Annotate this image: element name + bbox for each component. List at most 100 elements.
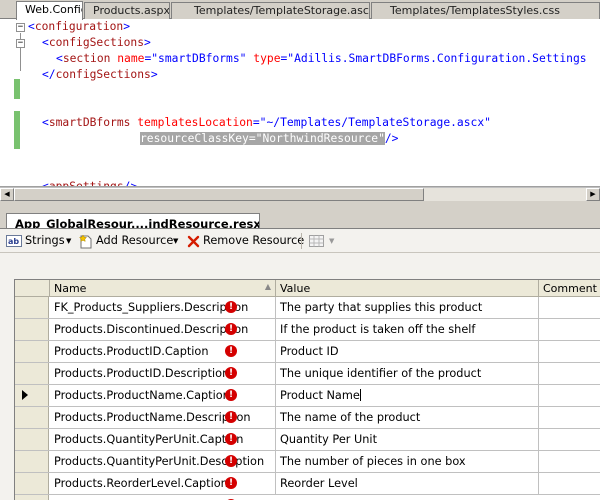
code-line: <smartDBforms templatesLocation="~/Templ… (42, 115, 491, 131)
table-row[interactable]: Products.ProductID.Caption ! Product ID (15, 341, 600, 363)
row-selector[interactable] (15, 407, 49, 428)
table-row[interactable]: FK_Products_Suppliers.Description ! The … (15, 297, 600, 319)
error-icon: ! (225, 389, 237, 401)
row-selector[interactable] (15, 297, 49, 318)
xml-element: section (62, 52, 111, 65)
code-line: <appSettings/> (42, 179, 137, 187)
name-cell[interactable]: Products.ProductName.Description (50, 407, 276, 428)
error-icon: ! (225, 323, 237, 335)
text-caret (359, 389, 361, 401)
code-line: <section name="smartDBforms" type="Adill… (56, 51, 587, 67)
resource-grid[interactable]: Name ▲ Value Comment FK_Products_Supplie… (14, 279, 600, 500)
column-header-comment[interactable]: Comment (539, 280, 600, 297)
row-selector[interactable] (15, 473, 49, 494)
table-row[interactable]: Products.ProductID.Description ! The uni… (15, 363, 600, 385)
name-cell[interactable]: Products.ProductID.Caption (50, 341, 276, 362)
name-cell[interactable]: Products.ReorderLevel.Caption (50, 473, 276, 494)
table-row[interactable]: Products.ProductName.Description ! The n… (15, 407, 600, 429)
xml-bracket: =" (248, 132, 263, 145)
xml-bracket: > (123, 20, 131, 33)
row-selector[interactable] (15, 363, 49, 384)
name-cell[interactable]: FK_Products_Suppliers.Description (50, 297, 276, 318)
row-selector[interactable] (15, 451, 49, 472)
xml-element: configSections (48, 36, 145, 49)
scrollbar-thumb[interactable] (14, 188, 424, 201)
name-cell[interactable]: Products.QuantityPerUnit.Caption (50, 429, 276, 450)
grid-corner-header (15, 280, 50, 297)
strings-button[interactable]: ab Strings (6, 232, 65, 250)
sort-up-icon: ▲ (264, 282, 271, 291)
chevron-down-icon[interactable]: ▼ (329, 232, 334, 250)
table-row[interactable]: Products.ReorderLevel.Caption ! Reorder … (15, 473, 600, 495)
code-line: </configSections> (42, 67, 158, 83)
chevron-down-icon[interactable]: ▼ (66, 232, 71, 250)
column-header-value[interactable]: Value (276, 280, 539, 297)
value-cell[interactable]: If the product is taken off the shelf (276, 319, 539, 340)
table-row[interactable]: ! (15, 495, 600, 500)
value-cell[interactable]: The unique identifier of the product (276, 363, 539, 384)
name-cell[interactable]: Products.Discontinued.Description (50, 319, 276, 340)
editor-horizontal-scrollbar[interactable]: ◀ ▶ (0, 187, 600, 201)
scroll-left-icon[interactable]: ◀ (0, 188, 14, 201)
row-selector[interactable] (15, 495, 49, 500)
add-resource-button[interactable]: Add Resource (79, 232, 173, 250)
column-header-label: Comment (543, 282, 597, 295)
row-selector[interactable] (15, 319, 49, 340)
value-cell[interactable]: Quantity Per Unit (276, 429, 539, 450)
name-cell[interactable]: Products.ProductID.Description (50, 363, 276, 384)
xml-value: Adillis.SmartDBForms.Configuration.Setti… (294, 52, 587, 65)
column-header-name[interactable]: Name ▲ (50, 280, 276, 297)
name-cell[interactable]: Products.ProductName.Caption (50, 385, 276, 406)
views-button[interactable] (309, 232, 327, 250)
table-row-current[interactable]: Products.ProductName.Caption ! Product N… (15, 385, 600, 407)
comment-cell[interactable] (539, 429, 600, 450)
row-selector[interactable] (15, 429, 49, 450)
comment-cell[interactable] (539, 407, 600, 428)
table-row[interactable]: Products.QuantityPerUnit.Caption ! Quant… (15, 429, 600, 451)
xml-element: configSections (55, 68, 151, 81)
code-line: <configSections> (42, 35, 151, 51)
name-cell[interactable]: Products.QuantityPerUnit.Description (50, 451, 276, 472)
error-icon: ! (225, 477, 237, 489)
row-selector[interactable] (15, 341, 49, 362)
comment-cell[interactable] (539, 319, 600, 340)
fold-toggle-icon[interactable]: − (16, 23, 25, 32)
comment-cell[interactable] (539, 341, 600, 362)
comment-cell[interactable] (539, 363, 600, 384)
comment-cell[interactable] (539, 297, 600, 318)
value-cell[interactable]: The party that supplies this product (276, 297, 539, 318)
value-cell[interactable]: The name of the product (276, 407, 539, 428)
xml-bracket: < (56, 52, 63, 65)
tab-products-aspx[interactable]: Products.aspx (84, 2, 170, 19)
code-line: resourceClassKey="NorthwindResource"/> (140, 131, 398, 147)
tab-templates-styles[interactable]: Templates/TemplatesStyles.css (371, 2, 600, 19)
tab-template-storage[interactable]: Templates/TemplateStorage.ascx (171, 2, 370, 19)
fold-toggle-icon[interactable]: − (16, 39, 25, 48)
error-icon: ! (225, 433, 237, 445)
code-editor[interactable]: − − <configuration> <configSections> <se… (0, 19, 600, 187)
value-cell-editing[interactable]: Product Name (276, 385, 539, 406)
document-tab-strip: Web.Config Products.aspx Templates/Templ… (0, 0, 600, 20)
column-header-label: Value (280, 282, 311, 295)
comment-cell[interactable] (539, 473, 600, 494)
value-cell[interactable]: The number of pieces in one box (276, 451, 539, 472)
table-row[interactable]: Products.Discontinued.Description ! If t… (15, 319, 600, 341)
chevron-down-icon[interactable]: ▼ (173, 232, 178, 250)
comment-cell[interactable] (539, 451, 600, 472)
row-selector[interactable] (15, 385, 49, 406)
tab-web-config[interactable]: Web.Config (16, 1, 83, 20)
selected-text[interactable]: resourceClassKey="NorthwindResource" (140, 132, 385, 145)
value-cell[interactable]: Product ID (276, 341, 539, 362)
xml-bracket: < (42, 180, 49, 187)
comment-cell[interactable] (539, 385, 600, 406)
scroll-right-icon[interactable]: ▶ (586, 188, 600, 201)
remove-resource-button[interactable]: Remove Resource (187, 232, 304, 250)
table-row[interactable]: Products.QuantityPerUnit.Description ! T… (15, 451, 600, 473)
xml-element: appSettings (48, 180, 124, 187)
value-cell[interactable]: Reorder Level (276, 473, 539, 494)
xml-bracket: </ (42, 68, 56, 81)
add-resource-label: Add Resource (96, 234, 174, 247)
xml-attribute: name (110, 52, 145, 65)
editor-gutter (0, 19, 14, 186)
xml-bracket: < (42, 116, 49, 129)
